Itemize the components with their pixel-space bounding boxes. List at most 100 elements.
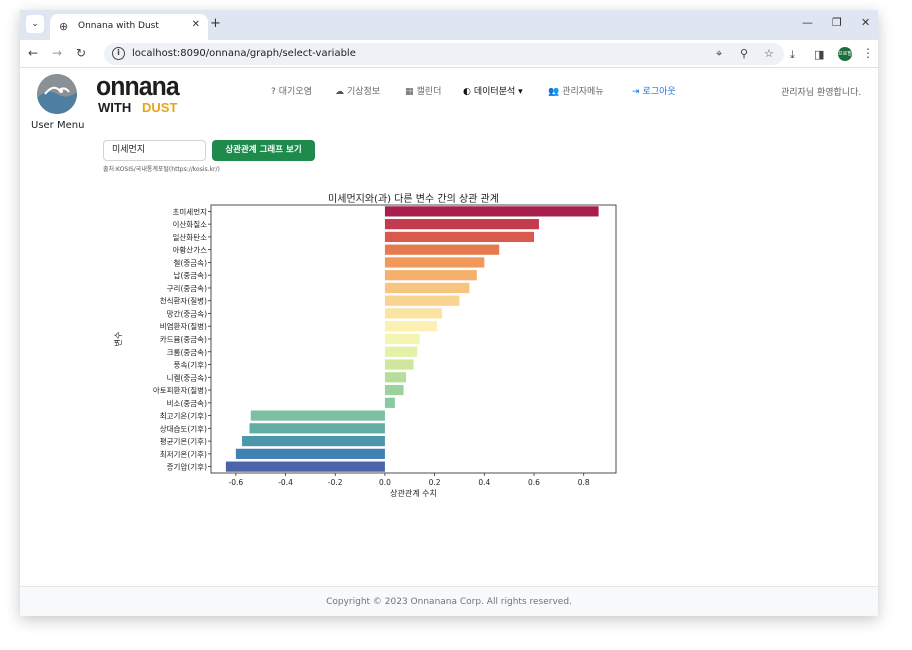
chart-bar	[384, 244, 500, 255]
onnana-logo[interactable]: onnana WITH DUST	[96, 71, 186, 116]
browser-window: ⌄ ⊕ Onnana with Dust ✕ + — ❐ ✕ ← → ↻ i l…	[20, 10, 878, 616]
globe-icon: ◐	[463, 87, 471, 97]
chart-bar	[249, 423, 385, 434]
side-panel-icon[interactable]: ◨	[814, 48, 824, 61]
y-tick-label: 평균기온(기후)	[160, 436, 207, 446]
chart-bar	[384, 308, 443, 319]
minimize-icon[interactable]: —	[802, 16, 813, 29]
y-tick-label: 크롬(중금속)	[167, 348, 207, 357]
x-tick-label: -0.6	[229, 478, 244, 487]
download-icon[interactable]: ⤓	[790, 48, 795, 62]
reload-icon[interactable]: ↻	[76, 46, 86, 60]
new-tab-icon[interactable]: +	[210, 16, 221, 31]
x-axis-label: 상관관계 수치	[390, 488, 437, 498]
url-field[interactable]: i localhost:8090/onnana/graph/select-var…	[104, 43, 784, 65]
data-source-text: 출처:KOSIS/국내통계포털(https://kosis.kr/)	[103, 166, 220, 173]
chart-title: 미세먼지와(과) 다른 변수 간의 상관 관계	[328, 193, 499, 205]
show-correlation-graph-button[interactable]: 상관관계 그래프 보기	[212, 140, 315, 161]
y-tick-label: 이산화질소	[173, 219, 208, 229]
copyright-text: Copyright © 2023 Onnanana Corp. All righ…	[326, 597, 572, 607]
y-tick-label: 증기압(기후)	[167, 463, 207, 472]
tab-search-chevron-icon[interactable]: ⌄	[26, 15, 44, 33]
chart-bar	[384, 333, 420, 345]
browser-tab[interactable]: ⊕ Onnana with Dust ✕	[50, 14, 208, 40]
address-bar-row: ← → ↻ i localhost:8090/onnana/graph/sele…	[20, 40, 878, 68]
browser-menu-icon[interactable]: ⋮	[862, 46, 874, 60]
y-tick-label: 최고기온(기후)	[160, 411, 207, 421]
user-menu-label[interactable]: User Menu	[31, 120, 84, 131]
nav-data-analysis[interactable]: ◐ 데이터분석 ▾	[463, 84, 523, 97]
back-arrow-icon[interactable]: ←	[28, 46, 38, 60]
chart-bar	[384, 295, 460, 306]
y-tick-label: 아황산가스	[173, 245, 208, 255]
nav-weather[interactable]: ☁ 기상정보	[335, 84, 380, 97]
chart-bar	[242, 435, 385, 447]
y-axis-label: 변수	[113, 332, 123, 347]
x-tick-label: 0.8	[578, 478, 590, 487]
tab-close-icon[interactable]: ✕	[192, 19, 200, 30]
site-info-icon[interactable]: i	[112, 47, 125, 60]
chart-bar	[384, 397, 395, 408]
y-tick-label: 철(중금속)	[174, 257, 208, 267]
cloud-icon: ☁	[335, 87, 344, 97]
user-avatar-icon	[37, 74, 77, 114]
profile-avatar-icon[interactable]: 프로필	[838, 47, 852, 61]
zoom-icon[interactable]: ⚲	[740, 47, 748, 60]
correlation-bar-chart: 미세먼지와(과) 다른 변수 간의 상관 관계초미세먼지이산화질소일산화탄소아황…	[113, 193, 617, 498]
x-tick-label: -0.2	[328, 478, 343, 487]
y-tick-label: 초미세먼지	[173, 206, 208, 216]
y-tick-label: 비염환자(질병)	[160, 321, 207, 331]
restore-icon[interactable]: ❐	[832, 16, 842, 29]
variable-input[interactable]: 미세먼지	[103, 140, 206, 161]
logo-text-onnana: onnana	[96, 71, 180, 101]
logo-text-dust: DUST	[142, 100, 178, 115]
tab-title: Onnana with Dust	[78, 21, 159, 31]
x-tick-label: 0.2	[429, 478, 441, 487]
y-tick-label: 니켈(중금속)	[167, 373, 207, 382]
y-tick-label: 납(중금속)	[174, 271, 208, 280]
nav-calendar[interactable]: ▦ 캘린더	[405, 84, 441, 97]
chart-bar	[384, 321, 438, 332]
y-tick-label: 구리(중금속)	[167, 284, 207, 293]
y-tick-label: 일산화탄소	[173, 232, 208, 242]
tab-bar: ⌄ ⊕ Onnana with Dust ✕ + — ❐ ✕	[20, 10, 878, 40]
y-tick-label: 천식환자(질병)	[160, 296, 207, 306]
dropdown-caret-icon: ▾	[515, 87, 523, 97]
page-content: User Menu onnana WITH DUST ? 대기오염 ☁ 기상정보 ▦…	[20, 68, 878, 616]
chart-bar	[250, 410, 385, 421]
chart-bar	[235, 448, 385, 459]
chart-bar	[384, 219, 539, 230]
user-avatar[interactable]	[37, 74, 77, 114]
y-tick-label: 아토피환자(질병)	[153, 385, 207, 395]
footer: Copyright © 2023 Onnanana Corp. All righ…	[20, 586, 878, 616]
window-close-icon[interactable]: ✕	[861, 16, 870, 29]
chart-bar	[225, 461, 385, 472]
nav-air-pollution[interactable]: ? 대기오염	[271, 84, 312, 97]
x-tick-label: 0.6	[528, 478, 540, 487]
chart-bar	[384, 384, 404, 396]
location-pin-icon[interactable]: ⌖	[716, 47, 722, 61]
nav-logout[interactable]: ⇥ 로그아웃	[632, 84, 676, 97]
logo-text-with: WITH	[98, 100, 132, 115]
question-icon: ?	[271, 87, 276, 97]
y-tick-label: 최저기온(기후)	[160, 449, 207, 459]
y-tick-label: 망간(중금속)	[167, 308, 207, 318]
chart-bar	[384, 257, 485, 268]
chart-bar	[384, 231, 535, 243]
chart-bar	[384, 372, 407, 383]
url-text: localhost:8090/onnana/graph/select-varia…	[132, 48, 356, 59]
nav-admin-menu[interactable]: 👥 관리자메뉴	[548, 84, 604, 97]
chart-bar	[384, 346, 418, 357]
y-tick-label: 풍속(기후)	[174, 361, 208, 370]
y-tick-label: 상대습도(기후)	[160, 423, 207, 433]
y-tick-label: 비소(중금속)	[167, 399, 207, 408]
chart-bar	[384, 359, 414, 370]
bookmark-star-icon[interactable]: ☆	[764, 47, 774, 60]
globe-favicon-icon: ⊕	[59, 20, 69, 33]
chart-bar	[384, 270, 477, 281]
chart-bar	[384, 282, 470, 294]
users-icon: 👥	[548, 87, 560, 97]
forward-arrow-icon[interactable]: →	[52, 46, 62, 60]
calendar-icon: ▦	[405, 87, 414, 97]
chart-bar	[384, 206, 599, 217]
